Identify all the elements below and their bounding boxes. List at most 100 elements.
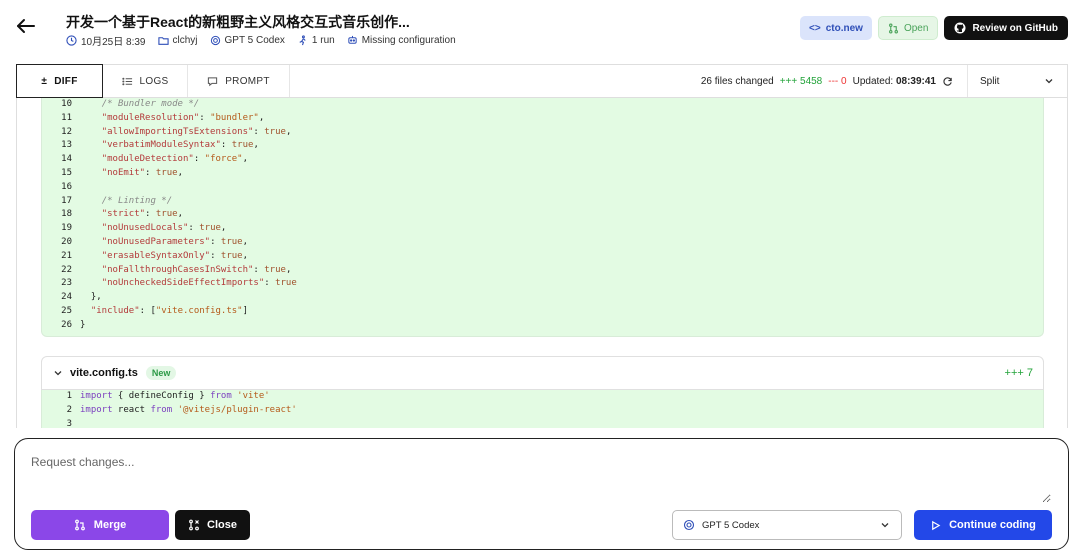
line-number: 21 <box>61 250 72 261</box>
close-button[interactable]: Close <box>175 510 250 540</box>
model-select[interactable]: GPT 5 Codex <box>672 510 902 540</box>
pull-request-icon <box>888 23 898 33</box>
chevron-down-icon[interactable] <box>52 367 64 379</box>
refresh-icon[interactable] <box>942 76 953 87</box>
list-icon <box>121 77 132 85</box>
line-number: 18 <box>61 209 72 220</box>
updated-time: 08:39:41 <box>895 75 936 87</box>
view-mode-select[interactable]: Split <box>968 65 1067 97</box>
code-line: 10 /* Bundler mode */ <box>42 98 1043 112</box>
code-line: 19 "noUnusedLocals": true, <box>42 222 1043 236</box>
tsconfig-diff-block: 10 /* Bundler mode */11 "moduleResolutio… <box>41 98 1044 337</box>
plus-minus-icon: ± <box>41 75 48 87</box>
user-meta[interactable]: clchyj <box>157 35 198 46</box>
folder-icon <box>157 37 169 45</box>
code-line: 2 import react from '@vitejs/plugin-react… <box>42 404 1043 418</box>
line-number: 3 <box>66 418 72 428</box>
clock-icon <box>66 35 77 46</box>
cto-button[interactable]: <> cto.new <box>800 16 872 40</box>
line-code: "strict": true, <box>101 209 183 220</box>
tab-prompt-label: PROMPT <box>225 75 270 87</box>
header-actions: <> cto.new Open Review on GitHub <box>800 16 1068 40</box>
updated-stamp: Updated: 08:39:41 <box>853 76 936 87</box>
diff-stats: 26 files changed +++ 5458 --- 0 Updated:… <box>701 65 968 97</box>
code-line: 3 <box>42 418 1043 428</box>
code-line: 11 "moduleResolution": "bundler", <box>42 112 1043 126</box>
line-code: "noUnusedLocals": true, <box>101 223 227 234</box>
tab-prompt[interactable]: PROMPT <box>188 65 290 97</box>
additions-count: +++ 5458 <box>779 75 823 87</box>
file-header-vite-config[interactable]: vite.config.ts New +++ 7 <box>41 356 1044 390</box>
runs-text: 1 run <box>311 35 335 46</box>
close-label: Close <box>207 519 237 531</box>
request-changes-input[interactable] <box>31 455 1051 503</box>
tab-diff-label: DIFF <box>54 75 78 87</box>
line-number: 13 <box>61 140 72 151</box>
tab-logs[interactable]: LOGS <box>103 65 188 97</box>
continue-label: Continue coding <box>949 519 1036 531</box>
runner-icon <box>299 35 306 46</box>
diff-viewer[interactable]: 10 /* Bundler mode */11 "moduleResolutio… <box>16 98 1068 428</box>
tab-diff[interactable]: ± DIFF <box>16 64 103 98</box>
files-changed: 26 files changed <box>700 75 774 87</box>
code-line: 12 "allowImportingTsExtensions": true, <box>42 126 1043 140</box>
continue-coding-button[interactable]: Continue coding <box>914 510 1052 540</box>
back-arrow-icon[interactable] <box>14 14 38 38</box>
line-code: "moduleResolution": "bundler", <box>101 112 265 123</box>
line-number: 20 <box>61 236 72 247</box>
runs-meta: 1 run <box>297 35 335 46</box>
line-number: 16 <box>61 181 72 192</box>
line-number: 15 <box>61 167 72 178</box>
github-icon <box>954 22 966 34</box>
date-text: 10月25日 8:39 <box>81 37 146 48</box>
code-line: 16 <box>42 181 1043 195</box>
chat-bubble-icon <box>208 76 218 86</box>
code-line: 14 "moduleDetection": "force", <box>42 153 1043 167</box>
line-number: 24 <box>61 292 72 303</box>
merge-button[interactable]: Merge <box>31 510 169 540</box>
cto-label: cto.new <box>825 22 863 34</box>
line-number: 26 <box>61 319 72 330</box>
code-line: 24 }, <box>42 291 1043 305</box>
line-number: 10 <box>61 99 72 109</box>
file-additions-count: +++ 7 <box>1004 367 1033 379</box>
line-code: }, <box>80 292 102 303</box>
deletions-count: --- 0 <box>828 75 847 87</box>
line-code: } <box>80 319 86 330</box>
line-code: "erasableSyntaxOnly": true, <box>101 250 249 261</box>
line-number: 12 <box>61 126 72 137</box>
merge-label: Merge <box>93 519 127 531</box>
line-number: 11 <box>61 112 72 123</box>
review-github-button[interactable]: Review on GitHub <box>944 16 1068 40</box>
line-number: 23 <box>61 278 72 289</box>
header: 开发一个基于React的新粗野主义风格交互式音乐创作... 10月25日 8:3… <box>0 0 1080 58</box>
model-select-value: GPT 5 Codex <box>702 519 760 531</box>
line-code: /* Bundler mode */ <box>101 99 200 109</box>
code-line: 15 "noEmit": true, <box>42 167 1043 181</box>
model-text: GPT 5 Codex <box>224 35 285 46</box>
line-code: import { defineConfig } from 'vite' <box>80 391 270 401</box>
date-meta: 10月25日 8:39 <box>66 33 146 48</box>
config-meta[interactable]: Missing configuration <box>347 35 456 46</box>
line-number: 25 <box>61 305 72 316</box>
code-line: 18 "strict": true, <box>42 208 1043 222</box>
chevron-down-icon <box>1045 79 1053 84</box>
new-file-badge: New <box>145 366 177 380</box>
line-number: 17 <box>61 195 72 206</box>
code-line: 1 import { defineConfig } from 'vite' <box>42 390 1043 404</box>
chevron-down-icon <box>881 523 889 528</box>
code-brackets-icon: <> <box>809 22 821 34</box>
line-code: "moduleDetection": "force", <box>101 154 249 165</box>
line-code: "noEmit": true, <box>101 167 183 178</box>
line-number: 14 <box>61 154 72 165</box>
line-code: "noUncheckedSideEffectImports": true <box>101 278 297 289</box>
line-code: "allowImportingTsExtensions": true, <box>101 126 292 137</box>
user-text: clchyj <box>172 35 198 46</box>
merge-icon <box>74 519 85 531</box>
code-line: 13 "verbatimModuleSyntax": true, <box>42 139 1043 153</box>
model-meta: GPT 5 Codex <box>210 35 285 46</box>
open-status-button[interactable]: Open <box>877 16 939 40</box>
task-meta: 10月25日 8:39 clchyj GPT 5 Codex 1 run Mis… <box>66 33 462 48</box>
code-line: 22 "noFallthroughCasesInSwitch": true, <box>42 264 1043 278</box>
